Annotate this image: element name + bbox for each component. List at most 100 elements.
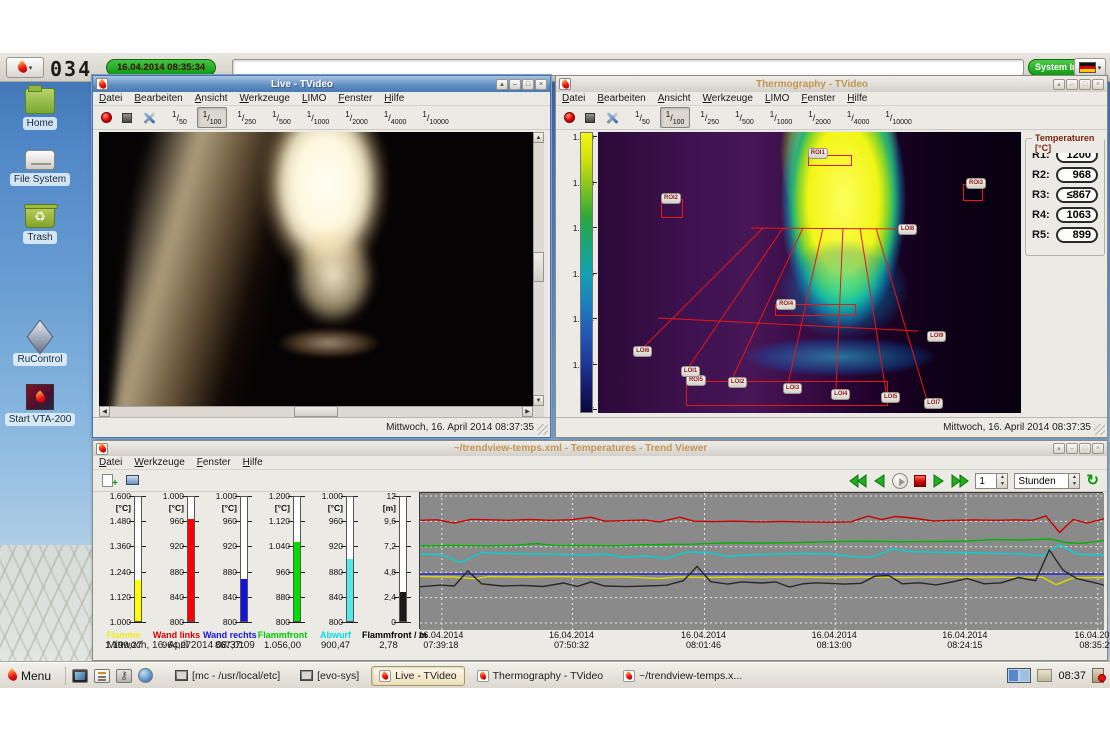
menu-limo[interactable]: LIMO xyxy=(302,93,326,105)
spin-up-icon[interactable]: ▲ xyxy=(1069,474,1079,481)
browser-icon[interactable] xyxy=(138,668,153,683)
exposure-1-500[interactable]: 1/500 xyxy=(266,107,297,129)
jump-end-button[interactable] xyxy=(951,474,969,488)
resize-grip[interactable] xyxy=(537,424,548,435)
menu-limo[interactable]: LIMO xyxy=(765,93,789,105)
task--evo-sys-[interactable]: [evo-sys] xyxy=(292,666,367,686)
exposure-1-1000[interactable]: 1/1000 xyxy=(764,107,799,129)
desktop-icon-trash[interactable]: ♻Trash xyxy=(2,204,78,244)
scroll-down-icon[interactable]: ▼ xyxy=(533,395,544,406)
menu-ansicht[interactable]: Ansicht xyxy=(658,93,691,105)
maximize-button[interactable]: □ xyxy=(1079,443,1091,454)
menu-bearbeiten[interactable]: Bearbeiten xyxy=(134,93,182,105)
command-field[interactable] xyxy=(232,59,1024,76)
exposure-1-10000[interactable]: 1/10000 xyxy=(416,107,454,129)
horizontal-scrollbar[interactable]: ◀ ▶ xyxy=(99,406,533,417)
live-titlebar[interactable]: Live - TVideo ▴–□× xyxy=(93,76,550,92)
menu-hilfe[interactable]: Hilfe xyxy=(243,457,263,469)
add-curve-icon[interactable]: + xyxy=(101,473,118,488)
logout-icon[interactable] xyxy=(1092,668,1104,683)
stick-button[interactable]: ▴ xyxy=(1053,443,1065,454)
exposure-1-2000[interactable]: 1/2000 xyxy=(802,107,837,129)
display-settings-icon[interactable] xyxy=(72,669,88,683)
exposure-1-50[interactable]: 1/50 xyxy=(166,107,193,129)
scroll-up-icon[interactable]: ▲ xyxy=(533,132,544,143)
key-tool-icon[interactable] xyxy=(116,669,132,683)
spin-down-icon[interactable]: ▼ xyxy=(997,481,1007,488)
menu-datei[interactable]: Datei xyxy=(99,93,122,105)
exposure-1-1000[interactable]: 1/1000 xyxy=(301,107,336,129)
exposure-1-2000[interactable]: 1/2000 xyxy=(339,107,374,129)
desktop-icon-rucontrol[interactable]: RuControl xyxy=(2,324,78,366)
record-button[interactable] xyxy=(101,112,112,123)
maximize-button[interactable]: □ xyxy=(522,79,534,90)
export-screen-icon[interactable] xyxy=(124,473,141,488)
app-menu-button[interactable]: ▾ xyxy=(6,57,44,78)
play-button[interactable] xyxy=(892,473,908,489)
menu-ansicht[interactable]: Ansicht xyxy=(195,93,228,105)
stop-button[interactable] xyxy=(914,475,926,487)
menu-hilfe[interactable]: Hilfe xyxy=(847,93,867,105)
exposure-1-250[interactable]: 1/250 xyxy=(694,107,725,129)
task-live-tvideo[interactable]: Live - TVideo xyxy=(371,666,464,686)
exposure-1-4000[interactable]: 1/4000 xyxy=(378,107,413,129)
menu-werkzeuge[interactable]: Werkzeuge xyxy=(703,93,753,105)
exposure-1-100[interactable]: 1/100 xyxy=(660,107,691,129)
exposure-1-250[interactable]: 1/250 xyxy=(231,107,262,129)
step-back-button[interactable] xyxy=(873,474,886,488)
refresh-icon[interactable]: ↻ xyxy=(1086,473,1099,488)
minimize-button[interactable]: – xyxy=(1066,443,1078,454)
scroll-left-icon[interactable]: ◀ xyxy=(99,406,110,417)
stop-button[interactable] xyxy=(585,113,595,123)
close-button[interactable]: × xyxy=(535,79,547,90)
spinner-arrows[interactable]: ▲▼ xyxy=(996,474,1007,488)
stick-button[interactable]: ▴ xyxy=(496,79,508,90)
spin-up-icon[interactable]: ▲ xyxy=(997,474,1007,481)
tools-icon[interactable] xyxy=(142,111,156,125)
interval-spinbox[interactable]: 1 ▲▼ xyxy=(975,473,1008,489)
stick-button[interactable]: ▴ xyxy=(1053,79,1065,90)
menu-hilfe[interactable]: Hilfe xyxy=(384,93,404,105)
menu-fenster[interactable]: Fenster xyxy=(338,93,372,105)
interval-unit-select[interactable]: Stunden ▲▼ xyxy=(1014,473,1080,489)
desktop-icon-home[interactable]: Home xyxy=(2,88,78,130)
spin-down-icon[interactable]: ▼ xyxy=(1069,481,1079,488)
thermo-titlebar[interactable]: Thermography - TVideo ▴–□× xyxy=(556,76,1107,92)
menu-bearbeiten[interactable]: Bearbeiten xyxy=(597,93,645,105)
tray-icon[interactable] xyxy=(1037,669,1052,682)
task--mc-usr-local-etc-[interactable]: [mc - /usr/local/etc] xyxy=(167,666,288,686)
exposure-1-50[interactable]: 1/50 xyxy=(629,107,656,129)
jump-start-button[interactable] xyxy=(849,474,867,488)
step-forward-button[interactable] xyxy=(932,474,945,488)
minimize-button[interactable]: – xyxy=(1066,79,1078,90)
scroll-thumb[interactable] xyxy=(294,406,338,417)
interval-unit[interactable]: Stunden xyxy=(1015,474,1068,488)
close-button[interactable]: × xyxy=(1092,79,1104,90)
minimize-button[interactable]: – xyxy=(509,79,521,90)
resize-grip[interactable] xyxy=(1094,424,1105,435)
exposure-1-4000[interactable]: 1/4000 xyxy=(841,107,876,129)
menu-datei[interactable]: Datei xyxy=(99,457,122,469)
scroll-thumb[interactable] xyxy=(533,252,544,282)
desktop-icon-file-system[interactable]: File System xyxy=(2,146,78,186)
maximize-button[interactable]: □ xyxy=(1079,79,1091,90)
menu-werkzeuge[interactable]: Werkzeuge xyxy=(134,457,184,469)
desktop-icon-start-vta-200[interactable]: Start VTA-200 xyxy=(2,384,78,426)
task--trendview-temps-x-[interactable]: ~/trendview-temps.x... xyxy=(615,666,750,686)
interval-value[interactable]: 1 xyxy=(976,474,996,488)
exposure-1-10000[interactable]: 1/10000 xyxy=(879,107,917,129)
task-thermography-tvideo[interactable]: Thermography - TVideo xyxy=(469,666,612,686)
menu-datei[interactable]: Datei xyxy=(562,93,585,105)
trend-titlebar[interactable]: ~/trendview-temps.xml - Temperatures - T… xyxy=(93,441,1107,456)
text-editor-icon[interactable] xyxy=(94,669,110,683)
record-button[interactable] xyxy=(564,112,575,123)
select-arrows[interactable]: ▲▼ xyxy=(1068,474,1079,488)
menu-fenster[interactable]: Fenster xyxy=(801,93,835,105)
exposure-1-500[interactable]: 1/500 xyxy=(729,107,760,129)
exposure-1-100[interactable]: 1/100 xyxy=(197,107,228,129)
start-menu-button[interactable]: Menu xyxy=(4,667,59,685)
tools-icon[interactable] xyxy=(605,111,619,125)
scroll-right-icon[interactable]: ▶ xyxy=(522,406,533,417)
menu-fenster[interactable]: Fenster xyxy=(197,457,231,469)
stop-button[interactable] xyxy=(122,113,132,123)
